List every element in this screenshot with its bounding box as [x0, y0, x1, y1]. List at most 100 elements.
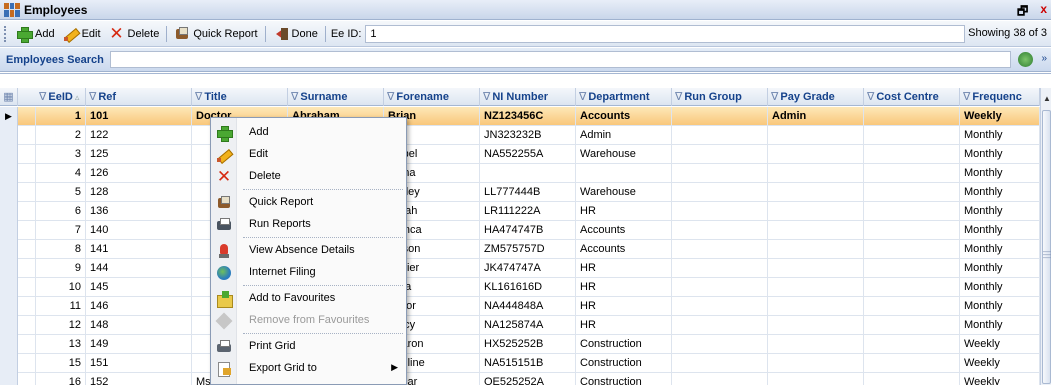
row-header[interactable] [0, 335, 18, 354]
filter-icon[interactable]: ∇ [89, 91, 96, 103]
cell-ni-number[interactable]: HA474747B [480, 221, 576, 240]
column-header-forename[interactable]: ∇ Forename [384, 88, 480, 106]
cell-cost-centre[interactable] [864, 164, 960, 183]
table-row[interactable]: 9144XavierJK474747AHRMonthly [0, 259, 1040, 278]
context-menu-item-add-to-favourites[interactable]: Add to Favourites [211, 288, 406, 310]
table-row[interactable]: 7140BiancaHA474747BAccountsMonthly [0, 221, 1040, 240]
table-row[interactable]: 12148TracyNA125874AHRMonthly [0, 316, 1040, 335]
cell-ref[interactable]: 145 [86, 278, 192, 297]
row-header[interactable] [0, 259, 18, 278]
cell-eeid[interactable]: 12 [36, 316, 86, 335]
context-menu-item-print-grid[interactable]: Print Grid [211, 336, 406, 358]
cell-ni-number[interactable]: JN323232B [480, 126, 576, 145]
cell-ni-number[interactable]: HX525252B [480, 335, 576, 354]
cell-eeid[interactable]: 4 [36, 164, 86, 183]
cell-run-group[interactable] [672, 240, 768, 259]
cell-frequency[interactable]: Monthly [960, 316, 1040, 335]
cell-pay-grade[interactable] [768, 202, 864, 221]
cell-ref[interactable]: 149 [86, 335, 192, 354]
cell-run-group[interactable] [672, 107, 768, 126]
cell-department[interactable]: HR [576, 278, 672, 297]
cell-cost-centre[interactable] [864, 145, 960, 164]
table-row-selected[interactable]: ▶ 1 101 Doctor Abraham Brian NZ123456C Accounts… [0, 107, 1040, 126]
cell-pay-grade[interactable] [768, 354, 864, 373]
table-row[interactable]: 6136SarahLR111222AHRMonthly [0, 202, 1040, 221]
cell-eeid[interactable]: 11 [36, 297, 86, 316]
table-row[interactable]: 15151PaulineNA515151BConstructionWeekly [0, 354, 1040, 373]
cell-eeid[interactable]: 5 [36, 183, 86, 202]
cell-pay-grade[interactable] [768, 164, 864, 183]
cell-ref[interactable]: 146 [86, 297, 192, 316]
context-menu-item-edit[interactable]: Edit [211, 144, 406, 166]
cell-run-group[interactable] [672, 278, 768, 297]
context-menu-item-internet-filing[interactable]: Internet Filing [211, 262, 406, 284]
filter-icon[interactable]: ∇ [579, 91, 586, 103]
cell-eeid[interactable]: 3 [36, 145, 86, 164]
cell-ref[interactable]: 125 [86, 145, 192, 164]
vertical-scrollbar[interactable]: ▲ — — — [1040, 88, 1051, 385]
current-row-indicator-icon[interactable]: ▶ [0, 107, 18, 126]
cell-frequency[interactable]: Monthly [960, 145, 1040, 164]
cell-ref[interactable]: 136 [86, 202, 192, 221]
cell-cost-centre[interactable] [864, 335, 960, 354]
cell-ni-number[interactable]: NA125874A [480, 316, 576, 335]
chevron-down-icon[interactable]: » [1041, 53, 1047, 64]
column-header-surname[interactable]: ∇ Surname [288, 88, 384, 106]
cell-ni-number[interactable]: NA515151B [480, 354, 576, 373]
cell-department[interactable]: Construction [576, 373, 672, 385]
cell-frequency[interactable]: Monthly [960, 278, 1040, 297]
cell-frequency[interactable]: Monthly [960, 164, 1040, 183]
context-menu-item-add[interactable]: Add [211, 122, 406, 144]
done-button[interactable]: Done [269, 24, 322, 44]
cell-ni-number[interactable]: NA552255A [480, 145, 576, 164]
cell-ni-number[interactable] [480, 164, 576, 183]
cell-department[interactable]: Warehouse [576, 145, 672, 164]
cell-ref[interactable]: 101 [86, 107, 192, 126]
cell-frequency[interactable]: Monthly [960, 240, 1040, 259]
cell-pay-grade[interactable] [768, 373, 864, 385]
cell-run-group[interactable] [672, 335, 768, 354]
cell-ni-number[interactable]: JK474747A [480, 259, 576, 278]
cell-department[interactable]: HR [576, 202, 672, 221]
cell-frequency[interactable]: Weekly [960, 107, 1040, 126]
cell-department[interactable]: HR [576, 316, 672, 335]
filter-icon[interactable]: ∇ [387, 91, 394, 103]
cell-pay-grade[interactable] [768, 278, 864, 297]
column-chooser-icon[interactable]: ▦ [0, 88, 18, 106]
column-header-department[interactable]: ∇ Department [576, 88, 672, 106]
table-row[interactable]: 4126FionaMonthly [0, 164, 1040, 183]
row-header[interactable] [0, 278, 18, 297]
cell-department[interactable]: Admin [576, 126, 672, 145]
cell-cost-centre[interactable] [864, 259, 960, 278]
table-row[interactable]: 5128LesleyLL777444BWarehouseMonthly [0, 183, 1040, 202]
filter-icon[interactable]: ∇ [39, 91, 46, 103]
cell-run-group[interactable] [672, 145, 768, 164]
cell-department[interactable]: Warehouse [576, 183, 672, 202]
cell-run-group[interactable] [672, 316, 768, 335]
cell-cost-centre[interactable] [864, 354, 960, 373]
cell-ni-number[interactable]: NZ123456C [480, 107, 576, 126]
cell-department[interactable]: Accounts [576, 240, 672, 259]
cell-cost-centre[interactable] [864, 316, 960, 335]
cell-frequency[interactable]: Monthly [960, 183, 1040, 202]
cell-cost-centre[interactable] [864, 278, 960, 297]
cell-eeid[interactable]: 10 [36, 278, 86, 297]
cell-ni-number[interactable]: OE525252A [480, 373, 576, 385]
table-row[interactable]: 10145OlgaKL161616DHRMonthly [0, 278, 1040, 297]
column-header-ref[interactable]: ∇ Ref [86, 88, 192, 106]
cell-pay-grade[interactable] [768, 183, 864, 202]
cell-department[interactable]: Construction [576, 354, 672, 373]
scroll-up-icon[interactable]: ▲ [1043, 94, 1051, 103]
table-row[interactable]: 11146VictorNA444848AHRMonthly [0, 297, 1040, 316]
cell-department[interactable]: Accounts [576, 221, 672, 240]
row-header[interactable] [0, 354, 18, 373]
cell-department[interactable] [576, 164, 672, 183]
cell-cost-centre[interactable] [864, 183, 960, 202]
cell-eeid[interactable]: 2 [36, 126, 86, 145]
cell-pay-grade[interactable] [768, 316, 864, 335]
table-row[interactable]: 13149SharonHX525252BConstructionWeekly [0, 335, 1040, 354]
cell-ref[interactable]: 151 [86, 354, 192, 373]
context-menu-item-view-absence-details[interactable]: View Absence Details [211, 240, 406, 262]
cell-cost-centre[interactable] [864, 297, 960, 316]
cell-ni-number[interactable]: NA444848A [480, 297, 576, 316]
